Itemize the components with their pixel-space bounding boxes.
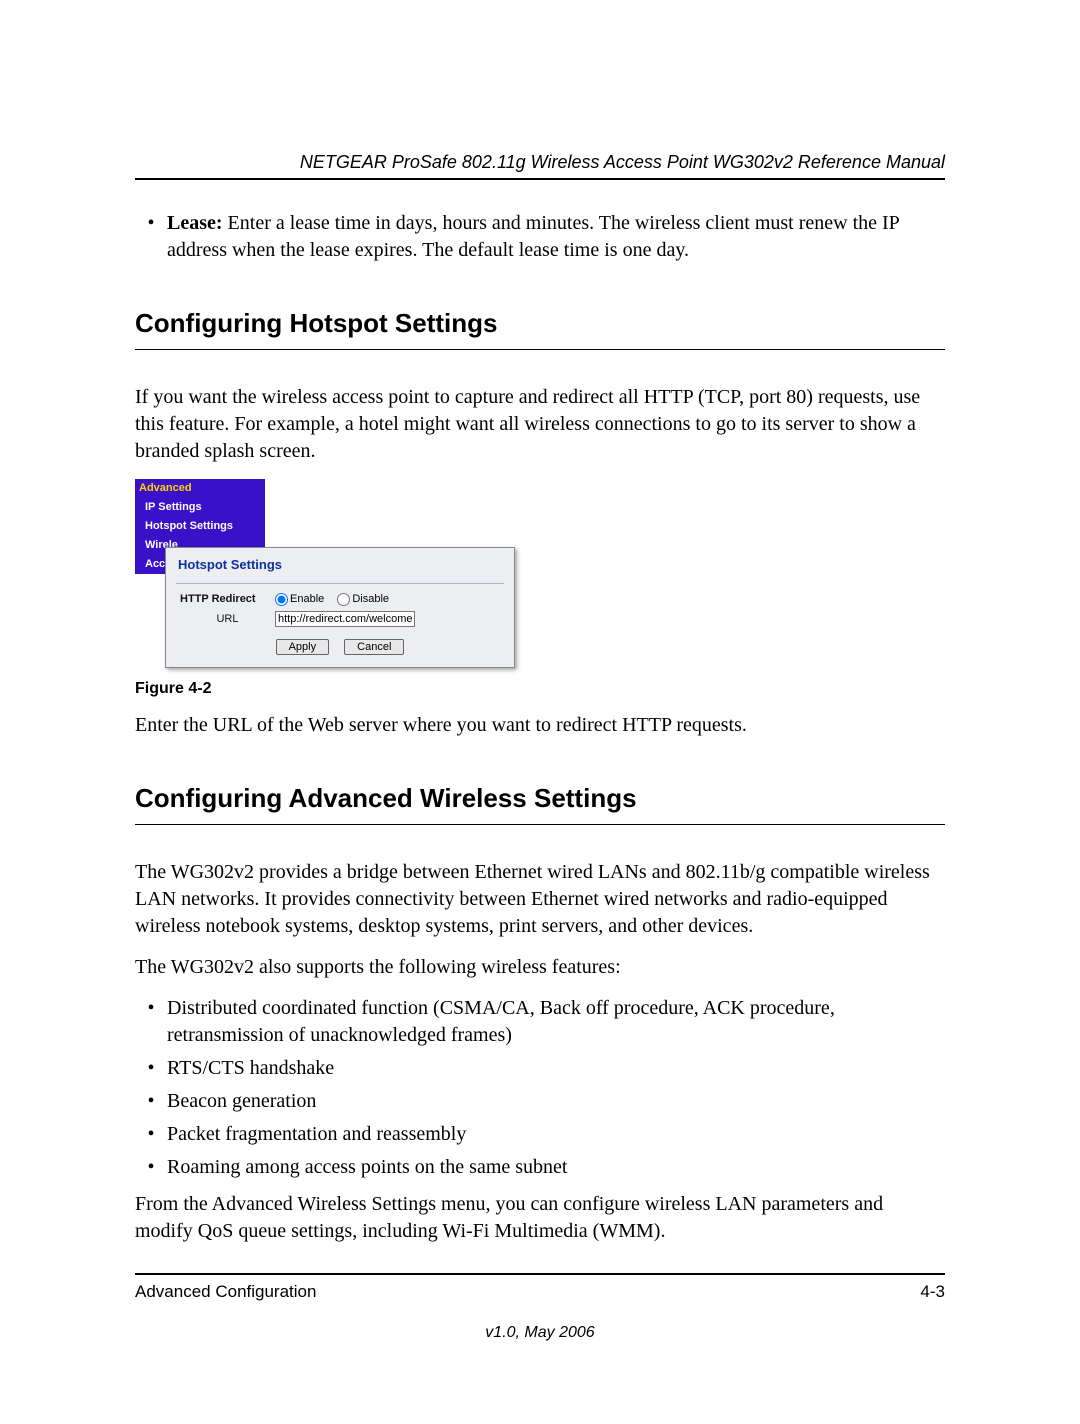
header-rule xyxy=(135,178,945,180)
hotspot-settings-panel: Hotspot Settings HTTP Redirect Enable Di… xyxy=(165,547,515,669)
footer-page-number: 4-3 xyxy=(920,1281,945,1304)
feature-text: Beacon generation xyxy=(167,1088,945,1115)
feature-text: RTS/CTS handshake xyxy=(167,1055,945,1082)
bullet-dot: • xyxy=(135,1088,167,1115)
running-header: NETGEAR ProSafe 802.11g Wireless Access … xyxy=(135,150,945,174)
panel-title: Hotspot Settings xyxy=(176,554,504,585)
feature-text: Distributed coordinated function (CSMA/C… xyxy=(167,995,945,1049)
url-label: URL xyxy=(176,612,275,627)
heading-rule-2 xyxy=(135,824,945,825)
footer-section: Advanced Configuration xyxy=(135,1281,316,1304)
adv-wireless-p3: From the Advanced Wireless Settings menu… xyxy=(135,1191,945,1245)
feature-list: • Distributed coordinated function (CSMA… xyxy=(135,995,945,1181)
figure-4-2: Advanced IP Settings Hotspot Settings Wi… xyxy=(135,479,515,668)
lease-body: Enter a lease time in days, hours and mi… xyxy=(167,212,899,261)
adv-wireless-p2: The WG302v2 also supports the following … xyxy=(135,954,945,981)
nav-item-hotspot-settings[interactable]: Hotspot Settings xyxy=(135,517,265,536)
feature-item: • Roaming among access points on the sam… xyxy=(135,1154,945,1181)
feature-text: Packet fragmentation and reassembly xyxy=(167,1121,945,1148)
enable-radio[interactable] xyxy=(275,593,288,606)
heading-advanced-wireless: Configuring Advanced Wireless Settings xyxy=(135,781,945,816)
enable-radio-label: Enable xyxy=(290,593,324,605)
url-input[interactable] xyxy=(275,611,415,627)
lease-text: Lease: Enter a lease time in days, hours… xyxy=(167,210,945,264)
bullet-dot: • xyxy=(135,210,167,264)
footer-version: v1.0, May 2006 xyxy=(135,1322,945,1344)
bullet-dot: • xyxy=(135,1055,167,1082)
bullet-dot: • xyxy=(135,1121,167,1148)
cancel-button[interactable]: Cancel xyxy=(344,639,404,655)
heading-hotspot-settings: Configuring Hotspot Settings xyxy=(135,306,945,341)
apply-button[interactable]: Apply xyxy=(276,639,330,655)
after-figure-text: Enter the URL of the Web server where yo… xyxy=(135,712,945,739)
nav-header-advanced[interactable]: Advanced xyxy=(135,479,265,498)
footer-rule xyxy=(135,1273,945,1275)
disable-radio[interactable] xyxy=(337,593,350,606)
bullet-dot: • xyxy=(135,1154,167,1181)
disable-radio-label: Disable xyxy=(352,593,389,605)
http-redirect-controls: Enable Disable xyxy=(275,592,504,607)
lease-bullet: • Lease: Enter a lease time in days, hou… xyxy=(135,210,945,264)
feature-item: • Packet fragmentation and reassembly xyxy=(135,1121,945,1148)
feature-item: • RTS/CTS handshake xyxy=(135,1055,945,1082)
http-redirect-label: HTTP Redirect xyxy=(176,592,275,607)
feature-item: • Beacon generation xyxy=(135,1088,945,1115)
hotspot-intro: If you want the wireless access point to… xyxy=(135,384,945,465)
lease-lead: Lease: xyxy=(167,212,223,234)
feature-item: • Distributed coordinated function (CSMA… xyxy=(135,995,945,1049)
figure-caption: Figure 4-2 xyxy=(135,678,945,700)
feature-text: Roaming among access points on the same … xyxy=(167,1154,945,1181)
heading-rule xyxy=(135,349,945,350)
adv-wireless-p1: The WG302v2 provides a bridge between Et… xyxy=(135,859,945,940)
nav-item-ip-settings[interactable]: IP Settings xyxy=(135,498,265,517)
bullet-dot: • xyxy=(135,995,167,1049)
